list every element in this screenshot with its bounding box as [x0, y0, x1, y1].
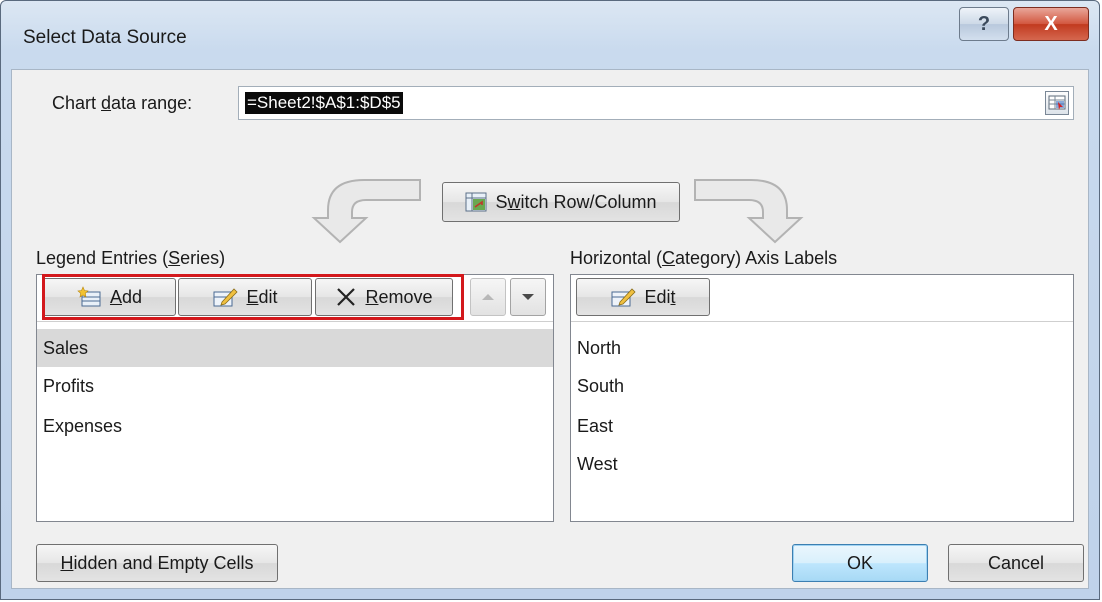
- category-item[interactable]: South: [571, 367, 1073, 405]
- series-item[interactable]: Expenses: [37, 407, 553, 445]
- ok-button[interactable]: OK: [792, 544, 928, 582]
- up-arrow-icon: [482, 294, 494, 300]
- category-item[interactable]: West: [571, 445, 1073, 483]
- range-select-icon: [1048, 95, 1066, 110]
- hidden-empty-cells-label: Hidden and Empty Cells: [60, 552, 254, 573]
- switch-row-column-label: Switch Row/Column: [495, 191, 657, 212]
- edit-axis-icon: [611, 288, 637, 307]
- cancel-button[interactable]: Cancel: [948, 544, 1084, 582]
- right-curved-arrow-icon: [694, 179, 804, 244]
- legend-entries-heading: Legend Entries (Series): [36, 248, 226, 268]
- chart-data-range-value: =Sheet2!$A$1:$D$5: [245, 92, 403, 114]
- switch-row-column-button[interactable]: Switch Row/Column: [442, 182, 680, 222]
- title-bar: Select Data Source ? X: [1, 1, 1099, 69]
- series-item[interactable]: Profits: [37, 367, 553, 405]
- chart-data-range-input[interactable]: =Sheet2!$A$1:$D$5: [238, 86, 1074, 120]
- hidden-empty-cells-button[interactable]: Hidden and Empty Cells: [36, 544, 278, 582]
- collapse-dialog-button[interactable]: [1045, 91, 1069, 115]
- dialog-body: Chart data range: =Sheet2!$A$1:$D$5 Swit…: [11, 69, 1089, 589]
- series-item[interactable]: Sales: [37, 329, 553, 367]
- move-up-button[interactable]: [470, 278, 506, 316]
- select-data-source-dialog: Select Data Source ? X Chart data range:…: [0, 0, 1100, 600]
- axis-labels-heading: Horizontal (Category) Axis Labels: [570, 248, 838, 268]
- left-curved-arrow-icon: [311, 179, 421, 244]
- category-item[interactable]: East: [571, 407, 1073, 445]
- close-button[interactable]: X: [1013, 7, 1089, 41]
- highlight-box: [42, 274, 464, 320]
- chart-data-range-label: Chart data range:: [52, 93, 193, 113]
- move-down-button[interactable]: [510, 278, 546, 316]
- help-button[interactable]: ?: [959, 7, 1009, 41]
- down-arrow-icon: [522, 294, 534, 300]
- switch-row-column-icon: [465, 192, 487, 212]
- close-icon: X: [1044, 12, 1058, 35]
- category-item[interactable]: North: [571, 329, 1073, 367]
- dialog-title: Select Data Source: [23, 27, 187, 48]
- help-icon: ?: [977, 12, 991, 35]
- edit-axis-labels-label: Edit: [644, 286, 676, 307]
- edit-axis-labels-button[interactable]: Edit: [576, 278, 710, 316]
